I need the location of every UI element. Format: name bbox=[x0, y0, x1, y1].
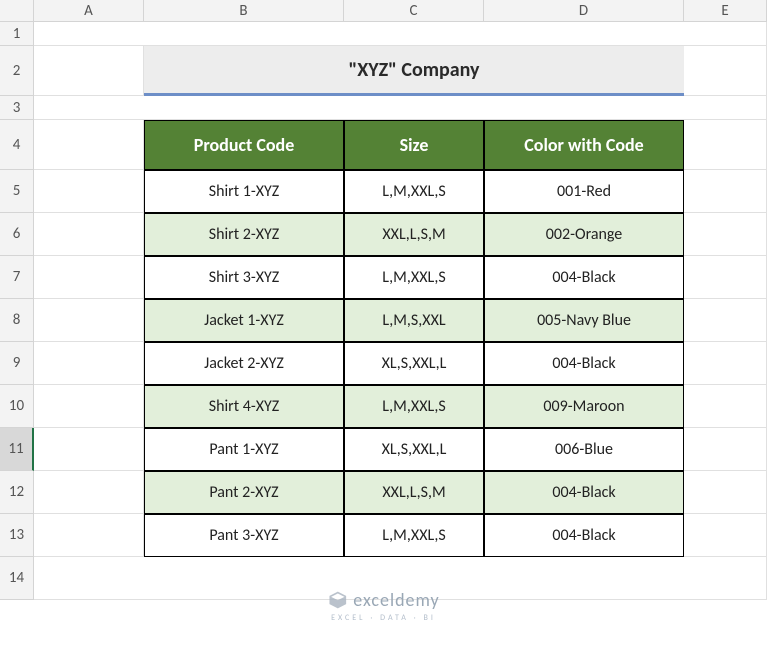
cell-color[interactable]: 004-Black bbox=[484, 514, 684, 557]
cell-A12[interactable] bbox=[34, 471, 144, 514]
cell-size[interactable]: L,M,XXL,S bbox=[344, 256, 484, 299]
cell-product[interactable]: Jacket 2-XYZ bbox=[144, 342, 344, 385]
cell-product[interactable]: Jacket 1-XYZ bbox=[144, 299, 344, 342]
row-8: 8 Jacket 1-XYZ L,M,S,XXL 005-Navy Blue bbox=[0, 299, 767, 342]
cell-color[interactable]: 004-Black bbox=[484, 342, 684, 385]
cell-A2[interactable] bbox=[34, 46, 144, 96]
cell-A8[interactable] bbox=[34, 299, 144, 342]
cell-color[interactable]: 001-Red bbox=[484, 170, 684, 213]
col-header-E[interactable]: E bbox=[684, 0, 767, 21]
cell-size[interactable]: L,M,S,XXL bbox=[344, 299, 484, 342]
watermark-text: exceldemy bbox=[353, 589, 439, 611]
col-header-A[interactable]: A bbox=[34, 0, 144, 21]
cell-product[interactable]: Pant 2-XYZ bbox=[144, 471, 344, 514]
cell-size[interactable]: L,M,XXL,S bbox=[344, 514, 484, 557]
col-header-C[interactable]: C bbox=[344, 0, 484, 21]
cell-E10[interactable] bbox=[684, 385, 767, 428]
cell-A11[interactable] bbox=[34, 428, 144, 471]
row-12: 12 Pant 2-XYZ XXL,L,S,M 004-Black bbox=[0, 471, 767, 514]
row-header-6[interactable]: 6 bbox=[0, 213, 34, 256]
row-7: 7 Shirt 3-XYZ L,M,XXL,S 004-Black bbox=[0, 256, 767, 299]
row-1: 1 bbox=[0, 22, 767, 46]
col-header-B[interactable]: B bbox=[144, 0, 344, 21]
row-header-4[interactable]: 4 bbox=[0, 120, 34, 170]
cell-color[interactable]: 009-Maroon bbox=[484, 385, 684, 428]
cell-A7[interactable] bbox=[34, 256, 144, 299]
cell-E2[interactable] bbox=[684, 46, 767, 96]
grid-rows: 1 2 "XYZ" Company 3 4 Product Code Size … bbox=[0, 22, 767, 600]
cell-A5[interactable] bbox=[34, 170, 144, 213]
cell-size[interactable]: L,M,XXL,S bbox=[344, 385, 484, 428]
cell-E12[interactable] bbox=[684, 471, 767, 514]
cell-product[interactable]: Pant 1-XYZ bbox=[144, 428, 344, 471]
row-5: 5 Shirt 1-XYZ L,M,XXL,S 001-Red bbox=[0, 170, 767, 213]
row-9: 9 Jacket 2-XYZ XL,S,XXL,L 004-Black bbox=[0, 342, 767, 385]
table-header-product[interactable]: Product Code bbox=[144, 120, 344, 170]
row-header-2[interactable]: 2 bbox=[0, 46, 34, 96]
cell-color[interactable]: 005-Navy Blue bbox=[484, 299, 684, 342]
cell-A6[interactable] bbox=[34, 213, 144, 256]
watermark-logo: exceldemy EXCEL · DATA · BI bbox=[327, 589, 439, 623]
row-header-9[interactable]: 9 bbox=[0, 342, 34, 385]
row-header-12[interactable]: 12 bbox=[0, 471, 34, 514]
cell-E9[interactable] bbox=[684, 342, 767, 385]
cell-E6[interactable] bbox=[684, 213, 767, 256]
cell-E4[interactable] bbox=[684, 120, 767, 170]
cell-E7[interactable] bbox=[684, 256, 767, 299]
cell-E13[interactable] bbox=[684, 514, 767, 557]
cell-product[interactable]: Shirt 3-XYZ bbox=[144, 256, 344, 299]
cell-A10[interactable] bbox=[34, 385, 144, 428]
cell-color[interactable]: 004-Black bbox=[484, 256, 684, 299]
box-icon bbox=[327, 590, 347, 610]
row-header-8[interactable]: 8 bbox=[0, 299, 34, 342]
cell-size[interactable]: XXL,L,S,M bbox=[344, 471, 484, 514]
row-10: 10 Shirt 4-XYZ L,M,XXL,S 009-Maroon bbox=[0, 385, 767, 428]
cell-A9[interactable] bbox=[34, 342, 144, 385]
row-3: 3 bbox=[0, 96, 767, 120]
watermark-sub: EXCEL · DATA · BI bbox=[331, 613, 436, 623]
table-header-size[interactable]: Size bbox=[344, 120, 484, 170]
cell-E11[interactable] bbox=[684, 428, 767, 471]
row-header-14[interactable]: 14 bbox=[0, 557, 34, 600]
row-4: 4 Product Code Size Color with Code bbox=[0, 120, 767, 170]
cell-blank[interactable] bbox=[34, 96, 767, 120]
col-header-D[interactable]: D bbox=[484, 0, 684, 21]
cell-product[interactable]: Pant 3-XYZ bbox=[144, 514, 344, 557]
row-header-11[interactable]: 11 bbox=[0, 428, 34, 471]
select-all-corner[interactable] bbox=[0, 0, 34, 21]
cell-A13[interactable] bbox=[34, 514, 144, 557]
spreadsheet: A B C D E 1 2 "XYZ" Company 3 4 Product … bbox=[0, 0, 767, 651]
row-11: 11 Pant 1-XYZ XL,S,XXL,L 006-Blue bbox=[0, 428, 767, 471]
cell-E5[interactable] bbox=[684, 170, 767, 213]
cell-product[interactable]: Shirt 1-XYZ bbox=[144, 170, 344, 213]
row-header-7[interactable]: 7 bbox=[0, 256, 34, 299]
table-header-color[interactable]: Color with Code bbox=[484, 120, 684, 170]
cell-color[interactable]: 006-Blue bbox=[484, 428, 684, 471]
row-header-3[interactable]: 3 bbox=[0, 96, 34, 120]
cell-color[interactable]: 004-Black bbox=[484, 471, 684, 514]
row-2: 2 "XYZ" Company bbox=[0, 46, 767, 96]
cell-blank[interactable] bbox=[34, 22, 767, 46]
row-6: 6 Shirt 2-XYZ XXL,L,S,M 002-Orange bbox=[0, 213, 767, 256]
cell-size[interactable]: XL,S,XXL,L bbox=[344, 428, 484, 471]
cell-size[interactable]: XXL,L,S,M bbox=[344, 213, 484, 256]
cell-product[interactable]: Shirt 4-XYZ bbox=[144, 385, 344, 428]
row-header-5[interactable]: 5 bbox=[0, 170, 34, 213]
row-13: 13 Pant 3-XYZ L,M,XXL,S 004-Black bbox=[0, 514, 767, 557]
cell-size[interactable]: XL,S,XXL,L bbox=[344, 342, 484, 385]
cell-color[interactable]: 002-Orange bbox=[484, 213, 684, 256]
company-title[interactable]: "XYZ" Company bbox=[144, 46, 684, 96]
cell-product[interactable]: Shirt 2-XYZ bbox=[144, 213, 344, 256]
cell-E8[interactable] bbox=[684, 299, 767, 342]
cell-size[interactable]: L,M,XXL,S bbox=[344, 170, 484, 213]
row-header-1[interactable]: 1 bbox=[0, 22, 34, 46]
cell-A4[interactable] bbox=[34, 120, 144, 170]
row-header-13[interactable]: 13 bbox=[0, 514, 34, 557]
row-header-10[interactable]: 10 bbox=[0, 385, 34, 428]
column-header-row: A B C D E bbox=[0, 0, 767, 22]
